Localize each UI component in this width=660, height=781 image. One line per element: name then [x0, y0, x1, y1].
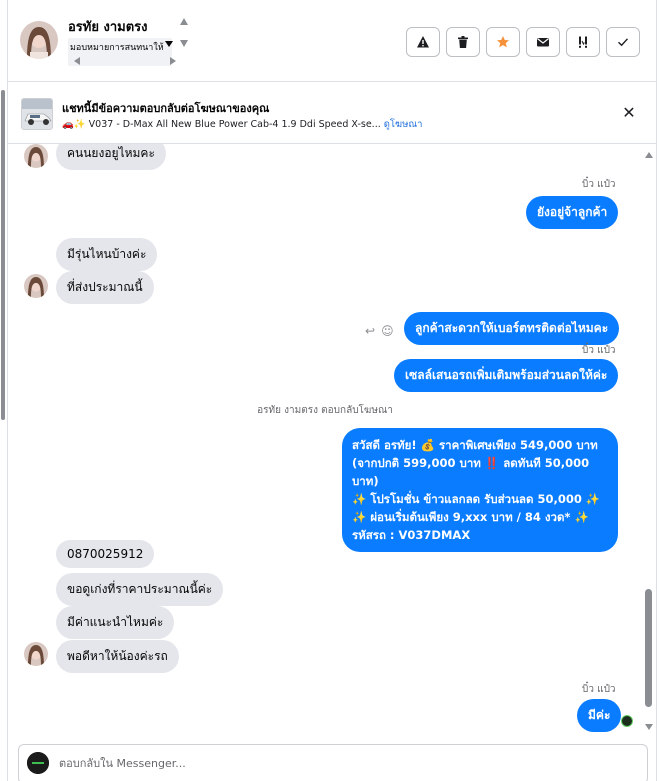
outgoing-message[interactable]: ยังอยู่จ้าลูกค้า: [526, 196, 619, 229]
trash-icon: [458, 36, 468, 48]
ad-banner-title: แชทนี้มีข้อความตอบกลับต่อโฆษณาของคุณ: [62, 102, 270, 115]
contact-avatar-small[interactable]: [24, 274, 48, 298]
follow-up-icon: [579, 36, 587, 48]
ad-banner-subtitle: 🚗✨ V037 - D-Max All New Blue Power Cab-4…: [62, 117, 423, 132]
scroll-up-icon[interactable]: [180, 18, 188, 25]
emoji-reaction-icon[interactable]: ☺: [381, 324, 394, 338]
ad-reply-note: อรทัย งามตรง ตอบกลับโฆษณา: [257, 405, 393, 416]
incoming-message[interactable]: มีค่าแนะนำไหมค่ะ: [56, 606, 175, 639]
delete-button[interactable]: [446, 27, 480, 57]
promo-message[interactable]: สวัสดี อรทัย! 💰 ราคาพิเศษเพียง 549,000 บ…: [342, 428, 618, 552]
incoming-message[interactable]: ที่ส่งประมาณนี้: [56, 271, 154, 304]
scrollbar-thumb[interactable]: [645, 589, 652, 707]
assign-conversation-dropdown[interactable]: มอบหมายการสนทนาให้: [68, 38, 176, 66]
scroll-right-icon[interactable]: [170, 57, 176, 65]
sender-name: บิ๋ว แป๋ว: [582, 179, 616, 190]
composer-box[interactable]: [18, 744, 648, 781]
seen-avatar: [621, 715, 633, 727]
star-icon: [497, 36, 509, 48]
assign-scroll-arrows[interactable]: [178, 18, 190, 54]
left-panel-edge: [0, 0, 8, 781]
ad-name: 🚗✨ V037 - D-Max All New Blue Power Cab-4…: [62, 119, 381, 130]
scroll-left-icon[interactable]: [74, 57, 80, 65]
contact-avatar-small[interactable]: [24, 642, 48, 666]
right-panel-edge: [656, 0, 660, 781]
envelope-icon: [537, 38, 549, 47]
sender-name: บิ๋ว แป๋ว: [582, 345, 616, 356]
left-scrollbar[interactable]: [1, 90, 5, 420]
chat-scrollbar[interactable]: [642, 144, 656, 736]
report-button[interactable]: [406, 27, 440, 57]
assign-label: มอบหมายการสนทนาให้: [70, 43, 164, 53]
scroll-down-icon[interactable]: [180, 40, 188, 47]
sender-name: บิ๋ว แป๋ว: [582, 684, 616, 695]
view-ad-link[interactable]: ดูโฆษณา: [384, 119, 423, 130]
close-icon[interactable]: ✕: [620, 104, 638, 122]
outgoing-message[interactable]: เซลล์เสนอรถเพิ่มเติมพร้อมส่วนลดให้ค่ะ: [394, 359, 619, 392]
reply-icon[interactable]: ↩: [365, 324, 375, 338]
chevron-down-icon: [165, 41, 173, 47]
contact-avatar[interactable]: [20, 21, 58, 59]
contact-name[interactable]: อรทัย งามตรง: [68, 16, 148, 37]
incoming-message[interactable]: มีรุ่นไหนบ้างค่ะ: [56, 238, 158, 271]
message-thread[interactable]: คนนยงอยูไหมคะ บิ๋ว แป๋ว ยังอยู่จ้าลูกค้า…: [8, 144, 656, 736]
conversation-header: อรทัย งามตรง มอบหมายการสนทนาให้: [8, 0, 656, 82]
scroll-down-icon[interactable]: [645, 724, 653, 730]
follow-up-button[interactable]: [566, 27, 600, 57]
ad-thumbnail[interactable]: [21, 98, 53, 130]
ad-reply-banner: แชทนี้มีข้อความตอบกลับต่อโฆษณาของคุณ 🚗✨ …: [8, 82, 656, 144]
incoming-message[interactable]: ขอดูเก่งที่ราคาประมาณนี้ค่ะ: [56, 573, 224, 606]
contact-avatar-small[interactable]: [24, 144, 48, 168]
warning-icon: [417, 36, 429, 48]
message-actions: ↩ ☺: [365, 324, 394, 338]
mark-unread-button[interactable]: [526, 27, 560, 57]
outgoing-message[interactable]: มีค่ะ: [577, 699, 622, 732]
mark-done-button[interactable]: [606, 27, 640, 57]
page-avatar: [27, 752, 49, 774]
check-icon: [618, 38, 629, 47]
incoming-message[interactable]: พอดีหาให้น้องค่ะรถ: [56, 640, 179, 673]
outgoing-message[interactable]: ลูกค้าสะดวกให้เบอร์ตทรติดต่อไหมคะ: [404, 312, 620, 345]
conversation-actions: [406, 27, 640, 57]
scroll-up-icon[interactable]: [645, 152, 653, 158]
composer: [8, 736, 656, 781]
incoming-message[interactable]: คนนยงอยูไหมคะ: [56, 144, 166, 170]
star-button[interactable]: [486, 27, 520, 57]
incoming-message[interactable]: 0870025912: [56, 540, 155, 568]
reply-input[interactable]: [59, 751, 619, 775]
